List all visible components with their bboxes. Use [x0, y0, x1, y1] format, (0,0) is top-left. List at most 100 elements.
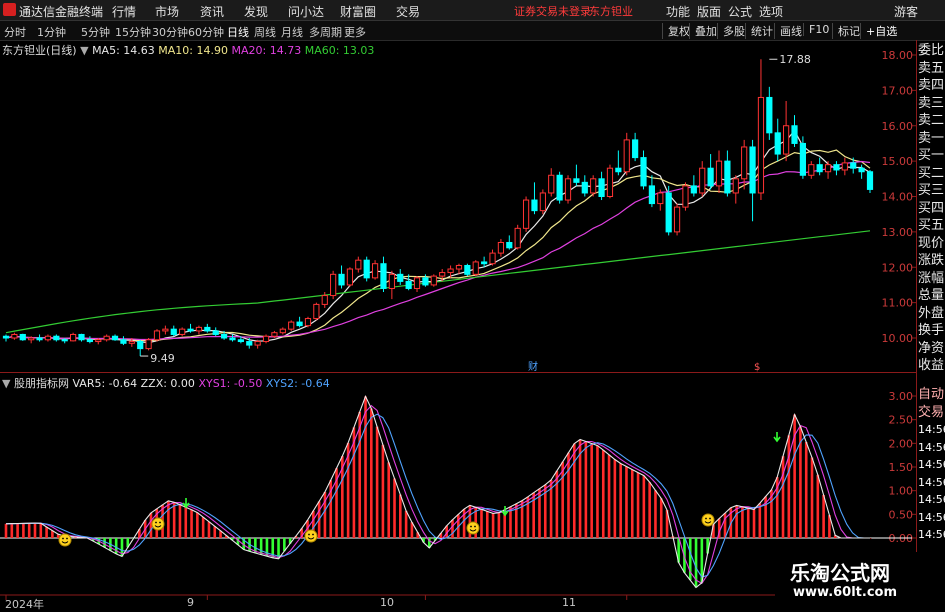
histogram-bar — [167, 500, 170, 538]
histogram-bar — [752, 509, 756, 538]
side-item: 换手 — [918, 323, 945, 338]
smiley-eye — [159, 521, 161, 524]
xys1-line — [5, 404, 870, 585]
candle-body — [380, 263, 387, 289]
histogram-bar — [103, 538, 106, 548]
candle-body — [338, 273, 345, 286]
candle-body — [36, 337, 43, 341]
candle-body — [455, 264, 463, 270]
candle-body — [405, 280, 412, 289]
var5-line — [5, 394, 870, 589]
histogram-bar — [259, 538, 263, 555]
candle-body — [279, 328, 286, 334]
histogram-bar — [555, 470, 559, 538]
candle-body — [774, 132, 781, 155]
candle-body — [187, 328, 194, 332]
candle-body — [766, 96, 773, 134]
smiley-eye — [308, 533, 310, 536]
candle-body — [539, 192, 546, 212]
histogram-bar — [196, 512, 199, 538]
candle-body — [86, 339, 93, 343]
histogram-bar — [613, 459, 617, 538]
price-tick-label: 18.00 — [882, 49, 914, 62]
candle-body — [682, 185, 689, 208]
candle-body — [732, 178, 739, 194]
histogram-bar — [399, 494, 402, 538]
side-trade-time: 14:56 — [918, 458, 945, 471]
candle-body — [606, 167, 614, 197]
histogram-bar — [480, 509, 483, 538]
price-tick-label: 12.00 — [882, 261, 914, 274]
ind-tick-label: 0.50 — [889, 508, 914, 521]
candle-body — [514, 227, 521, 249]
histogram-bar — [207, 521, 211, 538]
histogram-bar — [648, 482, 651, 538]
smiley-eye — [474, 525, 476, 528]
side-item-auto-trade[interactable]: 交易 — [918, 404, 945, 422]
candle-body — [321, 295, 328, 305]
candle-body — [858, 167, 865, 173]
candle-body — [220, 333, 228, 339]
candle-body — [2, 335, 10, 339]
smiley-eye — [470, 525, 472, 528]
candle-body — [816, 164, 823, 173]
candle-body — [841, 162, 848, 171]
candle-body — [522, 199, 530, 229]
candle-body — [388, 273, 395, 289]
side-trade-time: 14:56 — [918, 440, 945, 454]
price-tick-label: 11.00 — [882, 297, 914, 310]
candle-body — [313, 303, 320, 320]
side-item: 涨跌 — [918, 253, 945, 268]
candle-body — [850, 162, 857, 169]
price-tick-label: 10.00 — [882, 332, 914, 345]
side-item: 外盘 — [918, 305, 945, 321]
candle-body — [355, 259, 362, 270]
candle-body — [330, 273, 337, 297]
histogram-bar — [741, 506, 744, 538]
smiley-eye — [312, 533, 314, 536]
histogram-bar — [39, 523, 43, 538]
candle-body — [573, 178, 580, 183]
side-trade-time: 14:56 — [918, 423, 945, 436]
side-trade-time: 14:56 — [918, 493, 945, 506]
histogram-bar — [723, 513, 727, 538]
side-item-auto-trade[interactable]: 自动 — [918, 386, 945, 404]
side-item: 买三 — [918, 183, 945, 198]
side-item: 卖一 — [918, 130, 945, 146]
candle-body — [833, 164, 840, 171]
candle-body — [19, 333, 26, 341]
x-label-year: 2024年 — [5, 598, 44, 611]
histogram-bar — [393, 478, 396, 538]
ind-tick-label: 1.50 — [889, 461, 914, 474]
candle-body — [204, 326, 211, 332]
histogram-bar — [190, 509, 193, 538]
histogram-bar — [213, 526, 217, 538]
candle-body — [623, 139, 630, 173]
candle-body — [254, 341, 261, 346]
histogram-bar — [746, 508, 750, 538]
histogram-bar — [485, 511, 489, 538]
histogram-bar — [4, 523, 8, 538]
smiley-eye — [62, 537, 64, 540]
candle-body — [120, 339, 127, 344]
histogram-bar — [184, 507, 188, 538]
histogram-bar — [10, 523, 14, 538]
histogram-bar — [370, 408, 373, 538]
buy-signal-smiley-icon — [151, 517, 165, 531]
side-item: 买二 — [918, 165, 945, 181]
smiley-eye — [66, 537, 68, 540]
candle-body — [690, 185, 697, 194]
histogram-bar — [16, 523, 19, 538]
candle-body — [44, 335, 52, 341]
histogram-bar — [172, 502, 176, 538]
candle-body — [615, 167, 622, 173]
kline-chart[interactable]: 18.00 17.00 16.00 15.00 14.00 13.00 12.00 11.00… — [0, 0, 945, 609]
price-tick-label: 14.00 — [882, 191, 914, 204]
histogram-bar — [596, 445, 599, 538]
candle-body — [489, 252, 496, 265]
histogram-bar — [607, 454, 611, 538]
candle-body — [246, 341, 253, 346]
histogram-bar — [491, 513, 495, 538]
histogram-bar — [654, 490, 657, 538]
candle-body — [439, 272, 446, 277]
